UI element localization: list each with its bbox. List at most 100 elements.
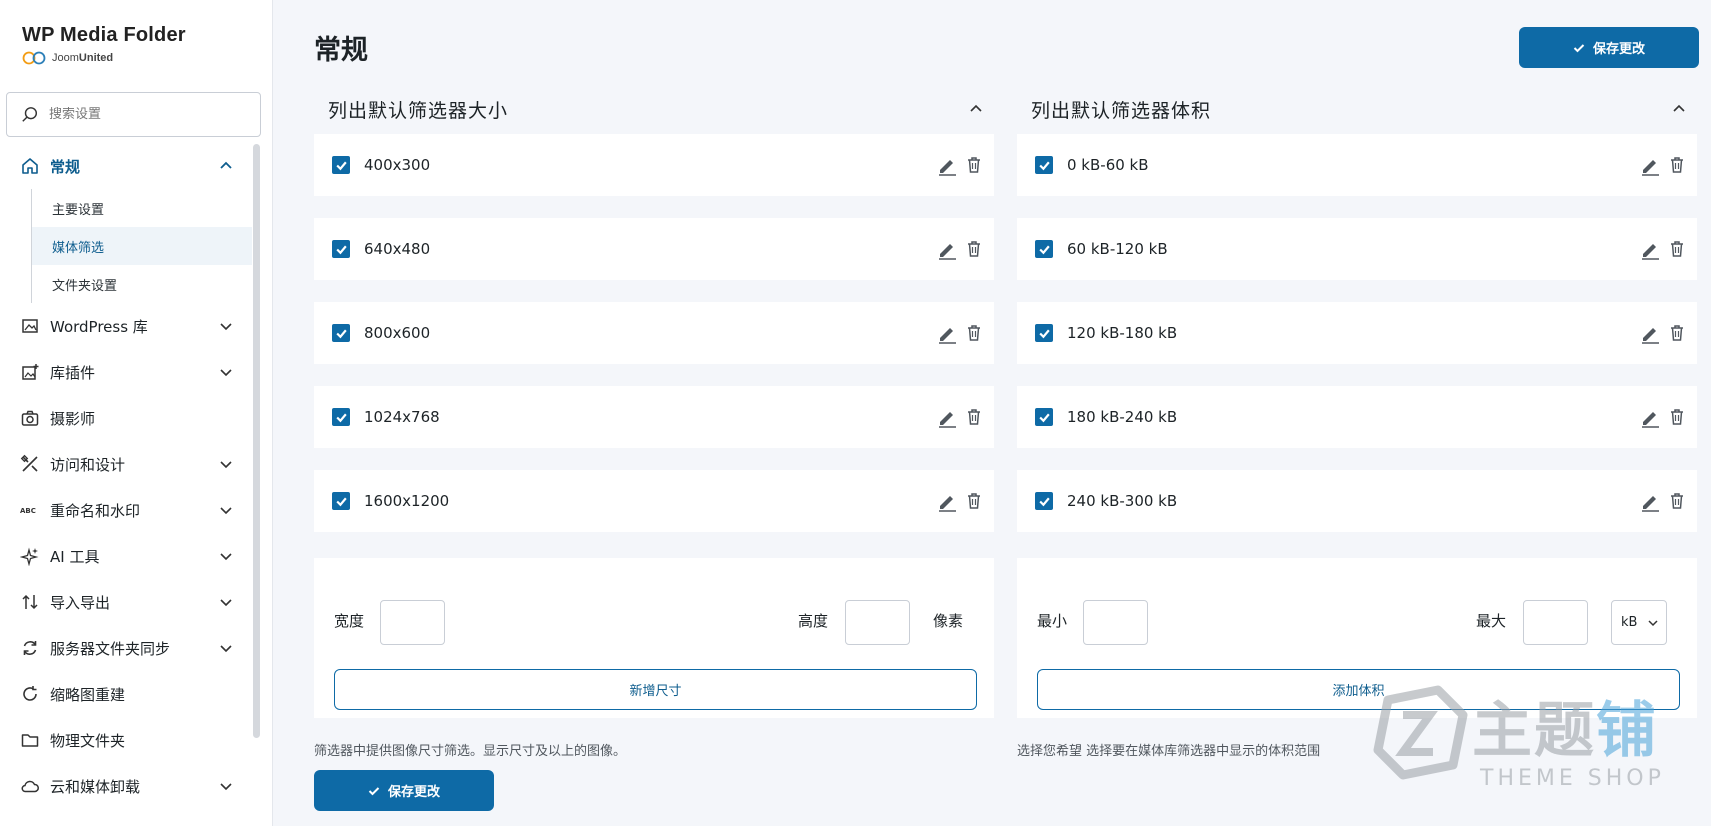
unit-select-value: kB: [1621, 615, 1638, 630]
trash-icon[interactable]: [966, 324, 982, 342]
sidebar-item-thumbnail-rebuild[interactable]: 缩略图重建: [0, 671, 252, 717]
panel-header[interactable]: 列出默认筛选器体积: [1017, 84, 1697, 134]
size-list: 400x300 640x480 800x600 1024x768 1600x12…: [314, 134, 994, 554]
edit-icon[interactable]: [936, 322, 958, 344]
edit-icon[interactable]: [1639, 322, 1661, 344]
chevron-up-icon[interactable]: [968, 101, 984, 117]
chevron-down-icon: [220, 461, 232, 469]
sidebar-item-label: WordPress 库: [50, 317, 148, 336]
sidebar-subitem-main-settings[interactable]: 主要设置: [32, 189, 252, 227]
panel-title: 列出默认筛选器大小: [328, 99, 509, 122]
unit-label: 像素: [933, 612, 964, 630]
checkbox[interactable]: [332, 492, 350, 510]
sidebar-item-label: 常规: [50, 157, 81, 176]
check-icon: [335, 329, 347, 338]
sidebar-scrollbar[interactable]: [253, 144, 260, 738]
trash-icon[interactable]: [1669, 156, 1685, 174]
trash-icon[interactable]: [1669, 408, 1685, 426]
checkbox[interactable]: [1035, 156, 1053, 174]
abc-icon: ABC: [20, 500, 40, 520]
list-item: 180 kB-240 kB: [1017, 386, 1697, 470]
chevron-down-icon: [220, 783, 232, 791]
max-label: 最大: [1476, 612, 1507, 630]
folder-icon: [20, 730, 40, 750]
width-input[interactable]: [380, 600, 445, 645]
check-icon: [1038, 497, 1050, 506]
sidebar-item-label: 物理文件夹: [50, 731, 126, 750]
design-tools-icon: [20, 454, 40, 474]
size-label: 1600x1200: [364, 492, 450, 510]
sidebar-item-server-folder-sync[interactable]: 服务器文件夹同步: [0, 625, 252, 671]
checkbox[interactable]: [1035, 324, 1053, 342]
trash-icon[interactable]: [1669, 492, 1685, 510]
sidebar-nav: 常规 主要设置 媒体筛选 文件夹设置 WordPress 库 库插件 摄影师 访…: [0, 143, 252, 809]
sidebar-item-import-export[interactable]: 导入导出: [0, 579, 252, 625]
list-item: 240 kB-300 kB: [1017, 470, 1697, 554]
page-title: 常规: [314, 35, 368, 66]
add-size-button[interactable]: 新增尺寸: [334, 669, 977, 710]
checkbox[interactable]: [1035, 492, 1053, 510]
search-input[interactable]: [49, 107, 239, 122]
save-button-bottom[interactable]: 保存更改: [314, 770, 494, 811]
sidebar-item-wordpress-library[interactable]: WordPress 库: [0, 303, 252, 349]
sidebar-subitem-media-filter[interactable]: 媒体筛选: [32, 227, 252, 265]
weight-label: 0 kB-60 kB: [1067, 156, 1149, 174]
edit-icon[interactable]: [936, 154, 958, 176]
checkbox[interactable]: [332, 156, 350, 174]
trash-icon[interactable]: [966, 240, 982, 258]
sidebar-item-cloud-offload[interactable]: 云和媒体卸载: [0, 763, 252, 809]
edit-icon[interactable]: [1639, 238, 1661, 260]
trash-icon[interactable]: [966, 492, 982, 510]
trash-icon[interactable]: [966, 156, 982, 174]
trash-icon[interactable]: [1669, 240, 1685, 258]
sidebar-item-general[interactable]: 常规: [0, 143, 252, 189]
sidebar-item-gallery-addon[interactable]: 库插件: [0, 349, 252, 395]
unit-select[interactable]: kB: [1611, 600, 1667, 645]
brand-subtitle: Joom United: [22, 51, 186, 65]
trash-icon[interactable]: [1669, 324, 1685, 342]
checkbox[interactable]: [1035, 240, 1053, 258]
sparkle-icon: [20, 546, 40, 566]
panel-title: 列出默认筛选器体积: [1031, 99, 1212, 122]
edit-icon[interactable]: [936, 238, 958, 260]
checkbox[interactable]: [332, 408, 350, 426]
checkbox[interactable]: [332, 240, 350, 258]
sidebar-item-label: AI 工具: [50, 547, 100, 566]
sidebar-item-label: 摄影师: [50, 409, 96, 428]
size-help-text: 筛选器中提供图像尺寸筛选。显示尺寸及以上的图像。: [314, 744, 627, 759]
edit-icon[interactable]: [1639, 154, 1661, 176]
edit-icon[interactable]: [936, 406, 958, 428]
trash-icon[interactable]: [966, 408, 982, 426]
search-box[interactable]: [6, 92, 261, 137]
list-item: 120 kB-180 kB: [1017, 302, 1697, 386]
sidebar-item-photographer[interactable]: 摄影师: [0, 395, 252, 441]
sidebar-item-rename-watermark[interactable]: ABC 重命名和水印: [0, 487, 252, 533]
brand-title: WP Media Folder: [22, 24, 186, 46]
chevron-down-icon: [220, 369, 232, 377]
sidebar-item-physical-folder[interactable]: 物理文件夹: [0, 717, 252, 763]
sidebar-subitem-folder-settings[interactable]: 文件夹设置: [32, 265, 252, 303]
sidebar-item-label: 库插件: [50, 363, 96, 382]
brand[interactable]: WP Media Folder Joom United: [22, 24, 186, 65]
weight-label: 120 kB-180 kB: [1067, 324, 1178, 342]
sidebar-item-access-design[interactable]: 访问和设计: [0, 441, 252, 487]
max-input[interactable]: [1523, 600, 1588, 645]
sidebar-item-label: 重命名和水印: [50, 501, 141, 520]
edit-icon[interactable]: [1639, 406, 1661, 428]
panel-header[interactable]: 列出默认筛选器大小: [314, 84, 994, 134]
sidebar-item-ai-tools[interactable]: AI 工具: [0, 533, 252, 579]
check-icon: [1038, 329, 1050, 338]
chevron-down-icon: [220, 507, 232, 515]
height-input[interactable]: [845, 600, 910, 645]
checkbox[interactable]: [1035, 408, 1053, 426]
watermark-text-cn: 主题铺: [1472, 682, 1658, 769]
min-input[interactable]: [1083, 600, 1148, 645]
watermark-logo-icon: [1373, 685, 1468, 780]
check-icon: [368, 786, 380, 795]
chevron-up-icon[interactable]: [1671, 101, 1687, 117]
chevron-down-icon: [220, 553, 232, 561]
save-button-top[interactable]: 保存更改: [1519, 27, 1699, 68]
checkbox[interactable]: [332, 324, 350, 342]
edit-icon[interactable]: [1639, 490, 1661, 512]
edit-icon[interactable]: [936, 490, 958, 512]
